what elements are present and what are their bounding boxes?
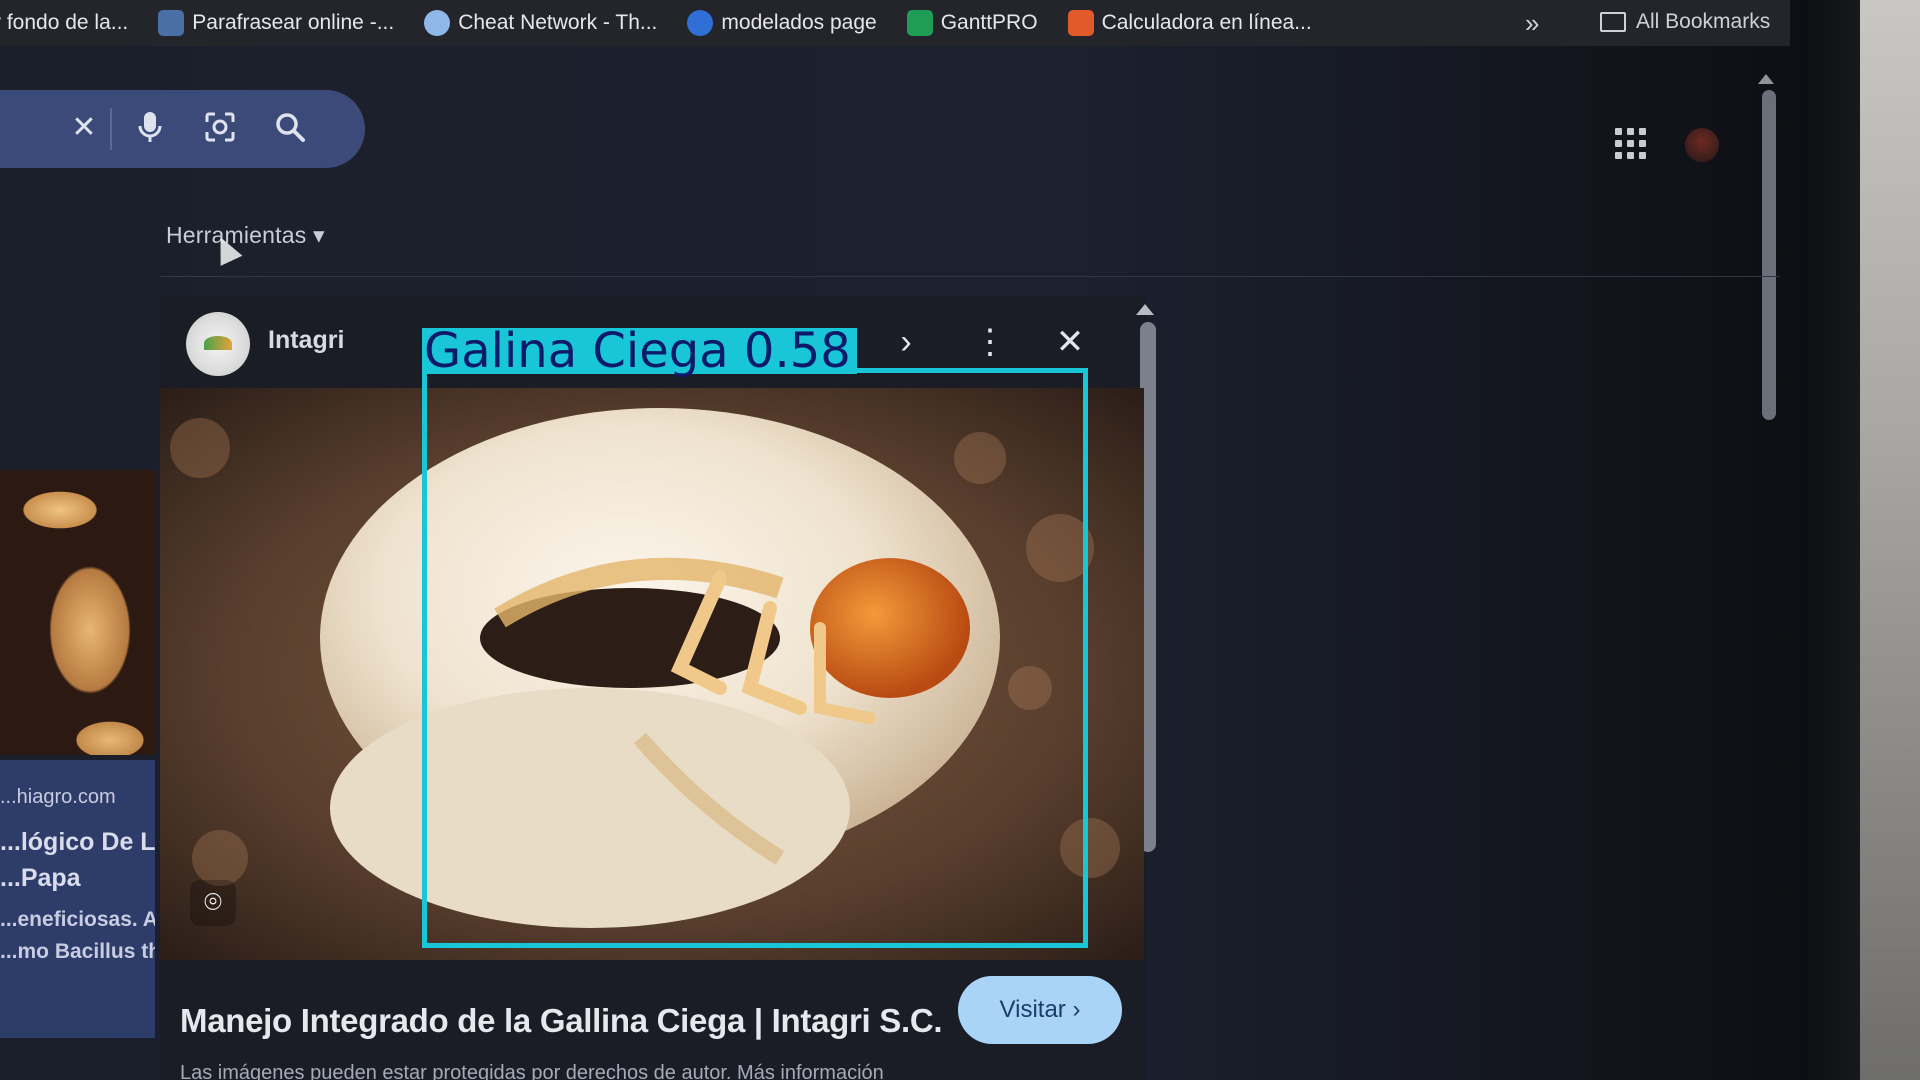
lens-icon[interactable] bbox=[202, 110, 238, 146]
result-snippet: ...eneficiosas. Algu bbox=[0, 908, 155, 931]
preview-title[interactable]: Manejo Integrado de la Gallina Ciega | I… bbox=[180, 1002, 943, 1040]
google-apps-icon[interactable] bbox=[1615, 128, 1647, 160]
close-icon[interactable]: ✕ bbox=[1050, 322, 1090, 362]
bookmarks-overflow-icon[interactable]: » bbox=[1525, 8, 1539, 39]
scroll-up-arrow-icon[interactable] bbox=[1758, 74, 1774, 84]
bookmark-item[interactable]: Parafrasear online -... bbox=[158, 10, 394, 36]
result-snippet: ...mo Bacillus thur bbox=[0, 940, 155, 963]
screen: r fondo de la... Parafrasear online -...… bbox=[0, 0, 1920, 1080]
search-divider bbox=[110, 108, 112, 150]
visit-button[interactable]: Visitar › bbox=[958, 976, 1122, 1044]
bookmark-item[interactable]: Calculadora en línea... bbox=[1067, 10, 1312, 36]
search-bar[interactable]: ✕ bbox=[0, 90, 365, 168]
bookmark-label: GanttPRO bbox=[940, 11, 1038, 34]
more-options-icon[interactable]: ⋮ bbox=[970, 322, 1010, 362]
result-title[interactable]: ...Papa bbox=[0, 864, 81, 893]
visual-search-icon[interactable]: ⌾ bbox=[190, 880, 236, 926]
bookmark-item[interactable]: modelados page bbox=[687, 10, 877, 36]
bookmark-label: Parafrasear online -... bbox=[192, 11, 395, 34]
result-thumbnail[interactable] bbox=[0, 470, 155, 755]
profile-avatar[interactable] bbox=[1685, 128, 1719, 162]
result-card[interactable]: ...hiagro.com ...lógico De La C ...Papa … bbox=[0, 760, 155, 1038]
search-icon[interactable] bbox=[272, 110, 308, 146]
microphone-icon[interactable] bbox=[132, 110, 168, 146]
copyright-notice[interactable]: Las imágenes pueden estar protegidas por… bbox=[180, 1062, 884, 1080]
bookmark-item[interactable]: Cheat Network - Th... bbox=[424, 10, 657, 36]
result-domain: ...hiagro.com bbox=[0, 786, 116, 808]
result-title[interactable]: ...lógico De La C bbox=[0, 828, 155, 857]
bookmark-label: Cheat Network - Th... bbox=[458, 11, 658, 34]
bookmarks-bar: r fondo de la... Parafrasear online -...… bbox=[0, 0, 1790, 46]
scroll-up-arrow-icon[interactable] bbox=[1136, 304, 1154, 315]
bookmark-favicon-icon bbox=[424, 10, 451, 36]
all-bookmarks-button[interactable]: All Bookmarks bbox=[1600, 10, 1770, 34]
detection-label: Galina Ciega 0.58 bbox=[422, 327, 857, 375]
bookmark-favicon-icon bbox=[1067, 10, 1094, 36]
bookmark-label: Calculadora en línea... bbox=[1101, 11, 1312, 34]
bookmark-favicon-icon bbox=[906, 10, 933, 36]
folder-icon bbox=[1600, 12, 1626, 32]
source-logo[interactable] bbox=[186, 312, 250, 376]
chevron-right-icon[interactable]: › bbox=[890, 322, 922, 362]
background-wall bbox=[1860, 0, 1920, 1080]
bookmark-item[interactable]: r fondo de la... bbox=[0, 11, 128, 35]
bookmark-favicon-icon bbox=[687, 10, 714, 36]
bookmark-item[interactable]: GanttPRO bbox=[906, 10, 1038, 36]
source-name[interactable]: Intagri bbox=[268, 326, 344, 355]
bookmark-label: r fondo de la... bbox=[0, 11, 129, 34]
bookmark-favicon-icon bbox=[158, 10, 185, 36]
page-scrollbar[interactable] bbox=[1762, 90, 1776, 420]
close-icon[interactable]: ✕ bbox=[66, 110, 102, 146]
all-bookmarks-label: All Bookmarks bbox=[1636, 10, 1771, 33]
tools-menu[interactable]: Herramientas ▾ bbox=[166, 222, 325, 249]
bookmark-label: modelados page bbox=[721, 11, 877, 34]
header-divider bbox=[160, 276, 1780, 277]
detection-bounding-box bbox=[422, 368, 1088, 948]
